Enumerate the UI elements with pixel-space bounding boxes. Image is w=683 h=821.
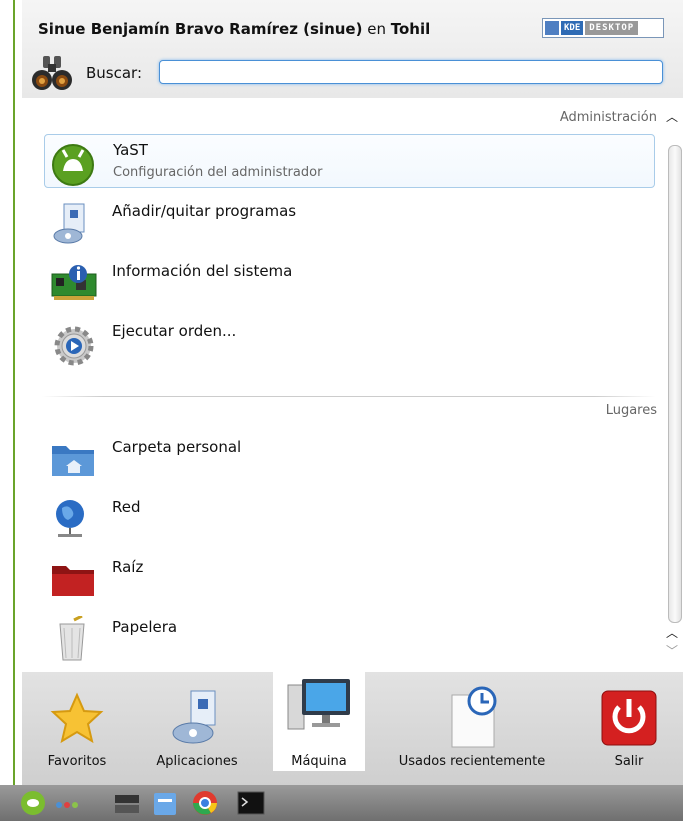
- scrollbar-thumb[interactable]: [668, 145, 682, 623]
- show-desktop-icon[interactable]: [112, 789, 142, 817]
- scroll-up-arrow-icon-lower[interactable]: ︿: [666, 624, 678, 641]
- user-info: Sinue Benjamín Bravo Ramírez (sinue) en …: [38, 20, 430, 38]
- scroll-up-arrow-icon[interactable]: ︿: [666, 108, 678, 125]
- menu-item-system-info[interactable]: Información del sistema: [44, 254, 653, 306]
- applications-icon: [172, 690, 216, 744]
- kde-logo-icon: [545, 21, 559, 35]
- menu-item-root[interactable]: Raíz: [44, 550, 653, 602]
- section-label-admin: Administración: [559, 110, 657, 125]
- menu-item-run-command[interactable]: Ejecutar orden...: [44, 314, 653, 366]
- dots-icon[interactable]: [52, 789, 82, 817]
- search-label: Buscar:: [86, 64, 143, 82]
- yast-icon: [52, 144, 94, 186]
- taskbar: [0, 785, 683, 821]
- tab-label: Aplicaciones: [156, 754, 238, 769]
- tab-label: Salir: [614, 754, 644, 769]
- item-title: Red: [112, 498, 141, 516]
- tab-label: Máquina: [291, 754, 347, 769]
- binoculars-icon: [32, 56, 72, 90]
- menu-header: Sinue Benjamín Bravo Ramírez (sinue) en …: [22, 0, 683, 98]
- item-title: Añadir/quitar programas: [112, 202, 297, 220]
- item-title: Raíz: [112, 558, 144, 576]
- user-connector: en: [362, 20, 391, 38]
- tab-recently-used[interactable]: Usados recientemente: [387, 671, 557, 771]
- item-subtitle: Configuración del administrador: [113, 165, 323, 180]
- trash-icon: [59, 616, 85, 661]
- file-manager-icon[interactable]: [150, 789, 180, 817]
- search-input[interactable]: [159, 60, 663, 84]
- item-title: Carpeta personal: [112, 438, 242, 456]
- recent-documents-icon: [451, 686, 497, 748]
- menu-item-yast[interactable]: YaST Configuración del administrador: [44, 134, 655, 188]
- user-name: Sinue Benjamín Bravo Ramírez (sinue): [38, 20, 363, 38]
- kickoff-menu: Sinue Benjamín Bravo Ramírez (sinue) en …: [22, 0, 683, 785]
- chrome-icon[interactable]: [190, 789, 220, 817]
- system-information-icon: [51, 265, 97, 300]
- computer-icon: [287, 679, 350, 730]
- kde-badge-left: KDE: [561, 21, 584, 35]
- menu-item-network[interactable]: Red: [44, 490, 653, 542]
- tab-bar: Favoritos Aplicaciones Máquina Usados re…: [22, 661, 683, 785]
- kde-desktop-logo: KDE DESKTOP: [542, 18, 664, 38]
- root-folder-icon: [52, 566, 94, 596]
- tab-applications[interactable]: Aplicaciones: [142, 671, 252, 771]
- run-command-gear-icon: [54, 326, 94, 366]
- tab-label: Usados recientemente: [398, 754, 546, 769]
- item-title: Ejecutar orden...: [112, 322, 237, 340]
- item-title: YaST: [113, 141, 148, 159]
- scroll-down-arrow-icon[interactable]: ﹀: [666, 642, 678, 659]
- left-edge-bar: [0, 0, 22, 821]
- home-folder-icon: [52, 446, 94, 476]
- menu-item-home-folder[interactable]: Carpeta personal: [44, 430, 653, 482]
- network-globe-icon: [56, 500, 84, 537]
- tab-leave[interactable]: Salir: [587, 671, 671, 771]
- item-title: Papelera: [112, 618, 178, 636]
- section-label-places: Lugares: [605, 403, 657, 418]
- software-package-icon: [53, 203, 85, 244]
- star-icon: [50, 692, 104, 744]
- power-icon: [601, 690, 657, 746]
- tab-label: Favoritos: [47, 754, 107, 769]
- item-title: Información del sistema: [112, 262, 293, 280]
- terminal-icon[interactable]: [236, 789, 266, 817]
- menu-item-trash[interactable]: Papelera: [44, 610, 653, 662]
- host-name: Tohil: [390, 20, 431, 38]
- menu-item-add-remove-software[interactable]: Añadir/quitar programas: [44, 194, 653, 246]
- tab-computer[interactable]: Máquina: [273, 661, 365, 771]
- opensuse-menu-icon[interactable]: [18, 789, 48, 817]
- kde-badge-right: DESKTOP: [585, 21, 639, 35]
- tab-favorites[interactable]: Favoritos: [32, 671, 122, 771]
- section-divider: [42, 396, 656, 397]
